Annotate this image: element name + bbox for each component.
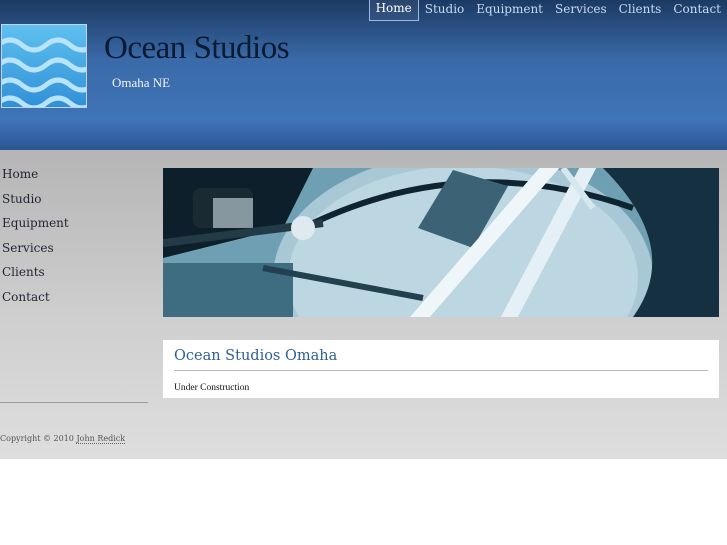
sidebar-divider <box>0 402 148 403</box>
top-nav-services[interactable]: Services <box>549 0 613 20</box>
top-nav-studio[interactable]: Studio <box>419 0 471 20</box>
copyright-notice: Copyright © 2010 John Redick <box>0 434 126 444</box>
content-area: Home Studio Equipment Services Clients C… <box>0 150 727 459</box>
content-panel: Ocean Studios Omaha Under Construction <box>163 340 719 398</box>
copyright-text: Copyright © 2010 <box>0 434 74 443</box>
heading-divider <box>174 370 708 371</box>
side-nav-home[interactable]: Home <box>2 164 69 189</box>
page-heading: Ocean Studios Omaha <box>174 348 338 364</box>
body-text: Under Construction <box>174 383 250 393</box>
top-nav-clients[interactable]: Clients <box>613 0 668 20</box>
side-nav-equipment[interactable]: Equipment <box>2 213 69 238</box>
side-nav-clients[interactable]: Clients <box>2 262 69 287</box>
site-subtitle: Omaha NE <box>112 75 171 90</box>
side-nav: Home Studio Equipment Services Clients C… <box>2 164 69 311</box>
top-nav-equipment[interactable]: Equipment <box>470 0 549 20</box>
author-link[interactable]: John Redick <box>76 434 126 444</box>
side-nav-contact[interactable]: Contact <box>2 287 69 312</box>
top-nav-home[interactable]: Home <box>368 0 419 21</box>
side-nav-services[interactable]: Services <box>2 238 69 263</box>
top-nav-contact[interactable]: Contact <box>667 0 727 20</box>
top-nav: Home Studio Equipment Services Clients C… <box>368 0 727 21</box>
site-header: Home Studio Equipment Services Clients C… <box>0 0 727 150</box>
side-nav-studio[interactable]: Studio <box>2 189 69 214</box>
site-title: Ocean Studios <box>104 30 290 66</box>
ocean-waves-logo[interactable] <box>1 24 87 108</box>
drum-kit-banner-image <box>163 168 719 317</box>
